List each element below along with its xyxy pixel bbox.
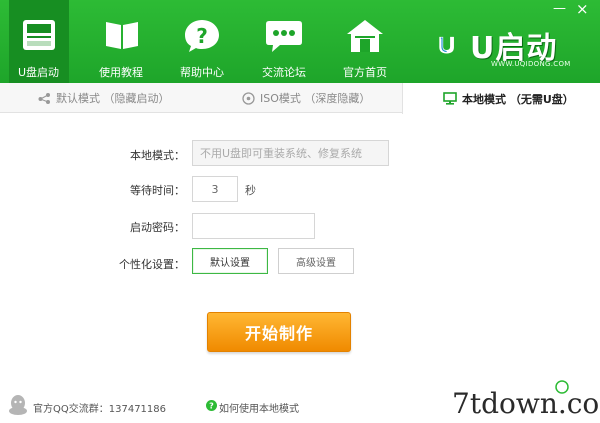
wait-time-label: 等待时间： bbox=[130, 184, 185, 197]
start-button[interactable]: 开始制作 bbox=[207, 312, 351, 352]
disc-icon bbox=[242, 91, 255, 105]
nav-label: 使用教程 bbox=[99, 66, 143, 79]
qq-group-text: 官方QQ交流群：137471186 bbox=[33, 404, 167, 415]
nav-label: 帮助中心 bbox=[180, 66, 224, 79]
default-settings-button[interactable]: 默认设置 bbox=[192, 248, 268, 274]
wait-time-unit: 秒 bbox=[245, 184, 256, 197]
close-button[interactable]: × bbox=[576, 2, 589, 17]
usb-drive-icon bbox=[22, 19, 56, 54]
svg-text:?: ? bbox=[196, 24, 208, 48]
minimize-button[interactable]: — bbox=[553, 2, 566, 16]
top-header: U盘启动 使用教程 ? 帮助中心 交流论坛 官方首页 U启动 WWW.UQIDO… bbox=[0, 0, 600, 83]
personalize-label: 个性化设置： bbox=[119, 258, 185, 271]
help-circle-icon: ? bbox=[206, 400, 217, 414]
watermark-text: 7tdown.com bbox=[452, 387, 600, 420]
brand-url: WWW.UQIDONG.COM bbox=[491, 60, 571, 68]
nav-label: 官方首页 bbox=[343, 66, 387, 79]
local-mode-field: 不用U盘即可重装系统、修复系统 bbox=[192, 140, 389, 166]
password-input[interactable] bbox=[192, 213, 315, 239]
nav-forum[interactable]: 交流论坛 bbox=[255, 0, 315, 83]
tab-label: ISO模式 （深度隐藏） bbox=[260, 92, 371, 105]
password-label: 启动密码： bbox=[130, 221, 185, 234]
share-icon bbox=[38, 92, 51, 104]
nav-label: 交流论坛 bbox=[262, 66, 306, 79]
tab-default-mode[interactable]: 默认模式 （隐藏启动） bbox=[38, 83, 170, 113]
book-icon bbox=[104, 19, 140, 54]
nav-help-center[interactable]: ? 帮助中心 bbox=[173, 0, 233, 83]
monitor-icon bbox=[443, 92, 457, 105]
wait-time-input[interactable]: 3 bbox=[192, 176, 238, 202]
home-icon bbox=[346, 19, 384, 56]
advanced-settings-button[interactable]: 高级设置 bbox=[278, 248, 354, 274]
nav-tutorial[interactable]: 使用教程 bbox=[92, 0, 152, 83]
local-mode-label: 本地模式： bbox=[130, 149, 185, 162]
question-icon: ? bbox=[184, 19, 220, 56]
tab-label: 本地模式 （无需U盘） bbox=[462, 92, 574, 106]
local-mode-help-link[interactable]: 如何使用本地模式 bbox=[219, 400, 299, 415]
tab-label: 默认模式 （隐藏启动） bbox=[56, 92, 170, 105]
tab-local-mode[interactable]: 本地模式 （无需U盘） bbox=[402, 83, 600, 114]
tab-iso-mode[interactable]: ISO模式 （深度隐藏） bbox=[242, 83, 370, 113]
chat-bubble-icon bbox=[265, 19, 303, 56]
nav-label: U盘启动 bbox=[18, 66, 60, 79]
mode-tab-bar: 默认模式 （隐藏启动） ISO模式 （深度隐藏） 本地模式 （无需U盘） bbox=[0, 83, 600, 114]
qq-icon bbox=[8, 394, 28, 419]
nav-usb-boot[interactable]: U盘启动 bbox=[9, 0, 69, 83]
svg-text:?: ? bbox=[209, 402, 214, 411]
nav-official-home[interactable]: 官方首页 bbox=[336, 0, 396, 83]
